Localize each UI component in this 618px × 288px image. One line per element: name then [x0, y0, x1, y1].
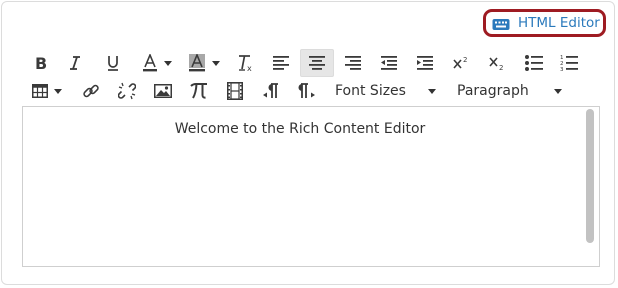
align-left-button[interactable]: [268, 49, 294, 77]
bold-button[interactable]: B: [28, 49, 54, 77]
chevron-down-icon: [212, 60, 220, 66]
toolbar-row-2: Font Sizes Paragraph: [0, 77, 618, 105]
table-icon: [32, 84, 48, 98]
scrollbar-thumb[interactable]: [586, 109, 594, 243]
unlink-button[interactable]: [114, 77, 140, 105]
toolbar-row-1: B x 2 2 1 2 3: [0, 49, 618, 77]
paragraph-format-select[interactable]: Paragraph: [450, 77, 570, 105]
chevron-down-icon: [554, 89, 562, 94]
underline-icon: [108, 56, 118, 71]
bold-icon: B: [35, 55, 47, 71]
svg-text:B: B: [35, 55, 47, 71]
rtl-button[interactable]: [294, 77, 320, 105]
text-color-icon: [143, 54, 157, 72]
chevron-down-icon: [164, 60, 172, 66]
svg-text:3: 3: [560, 67, 564, 72]
paragraph-label: Paragraph: [457, 83, 529, 99]
editor-content-text[interactable]: Welcome to the Rich Content Editor: [23, 121, 577, 137]
subscript-icon: 2: [489, 57, 503, 71]
link-button[interactable]: [78, 77, 104, 105]
background-color-icon: [189, 54, 205, 72]
superscript-button[interactable]: 2: [448, 49, 474, 77]
keyboard-icon: [492, 16, 510, 30]
subscript-button[interactable]: 2: [484, 49, 510, 77]
numbered-list-icon: 1 2 3: [560, 55, 578, 72]
clear-formatting-icon: x: [239, 55, 252, 72]
image-button[interactable]: [150, 77, 176, 105]
clear-formatting-button[interactable]: x: [232, 49, 258, 77]
html-editor-label: HTML Editor: [518, 15, 600, 31]
table-button[interactable]: [28, 77, 66, 105]
scrollbar[interactable]: [583, 109, 597, 264]
image-icon: [154, 84, 172, 98]
outdent-icon: [381, 56, 397, 70]
bullet-list-button[interactable]: [521, 49, 547, 77]
font-sizes-label: Font Sizes: [335, 83, 406, 99]
underline-button[interactable]: [100, 49, 126, 77]
italic-icon: [70, 56, 80, 70]
indent-button[interactable]: [412, 49, 438, 77]
media-button[interactable]: [222, 77, 248, 105]
unlink-icon: [118, 82, 136, 100]
align-left-icon: [273, 56, 289, 70]
ltr-button[interactable]: [258, 77, 284, 105]
chevron-down-icon: [428, 89, 436, 94]
outdent-button[interactable]: [376, 49, 402, 77]
pi-icon: [190, 83, 207, 99]
rtl-paragraph-icon: [298, 83, 315, 98]
html-editor-button[interactable]: HTML Editor: [483, 9, 606, 37]
ltr-paragraph-icon: [263, 83, 278, 98]
svg-text:2: 2: [499, 64, 503, 71]
font-sizes-select[interactable]: Font Sizes: [328, 77, 444, 105]
svg-text:2: 2: [463, 56, 467, 64]
rich-content-editor-area[interactable]: Welcome to the Rich Content Editor: [22, 106, 600, 267]
bullet-list-icon: [525, 55, 543, 71]
text-color-button[interactable]: [138, 49, 176, 77]
link-icon: [83, 84, 99, 98]
background-color-button[interactable]: [184, 49, 224, 77]
svg-text:x: x: [247, 64, 252, 72]
italic-button[interactable]: [62, 49, 88, 77]
align-center-button[interactable]: [300, 49, 334, 77]
align-right-button[interactable]: [340, 49, 366, 77]
math-equation-button[interactable]: [186, 77, 212, 105]
indent-icon: [417, 56, 433, 70]
film-icon: [227, 82, 243, 100]
chevron-down-icon: [54, 88, 62, 94]
numbered-list-button[interactable]: 1 2 3: [556, 49, 582, 77]
superscript-icon: 2: [453, 56, 467, 69]
align-right-icon: [345, 56, 361, 70]
align-center-icon: [309, 56, 325, 70]
